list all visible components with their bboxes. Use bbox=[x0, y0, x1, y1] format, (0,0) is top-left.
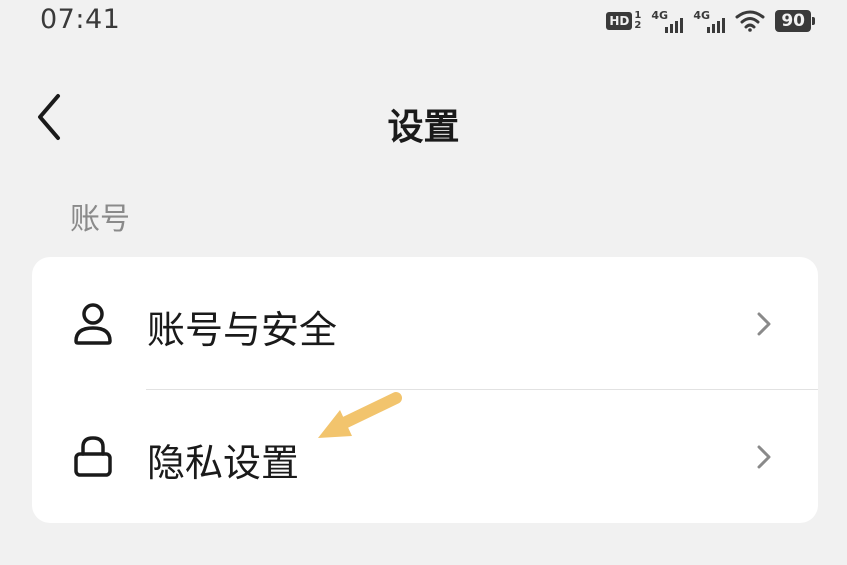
wifi-icon bbox=[735, 10, 765, 32]
signal-1-icon: 4G bbox=[651, 9, 684, 33]
section-label-account: 账号 bbox=[70, 202, 130, 237]
status-bar: 07:41 HD 1 2 4G 4G 90 bbox=[0, 0, 847, 44]
sim-indicator: 1 2 bbox=[634, 11, 641, 31]
sim-bottom-label: 2 bbox=[634, 20, 642, 31]
hd-voice-icon: HD 1 2 bbox=[606, 11, 641, 31]
settings-card: 账号与安全 隐私设置 bbox=[32, 257, 818, 523]
signal-1-label: 4G bbox=[651, 9, 669, 22]
page-title: 设置 bbox=[387, 107, 460, 148]
chevron-right-icon bbox=[757, 445, 771, 469]
lock-icon bbox=[74, 436, 112, 477]
battery-indicator: 90 bbox=[775, 10, 815, 32]
chevron-right-icon bbox=[757, 312, 771, 336]
signal-2-bars bbox=[707, 18, 726, 33]
hd-label: HD bbox=[606, 12, 633, 30]
user-icon bbox=[74, 303, 112, 345]
settings-screen: 07:41 HD 1 2 4G 4G 90 设置 账号 账号与安全 隐私设置 bbox=[0, 0, 847, 565]
annotation-arrow-icon bbox=[318, 392, 402, 438]
status-time: 07:41 bbox=[40, 4, 121, 35]
signal-1-bars bbox=[665, 18, 684, 33]
header: 设置 bbox=[0, 80, 847, 154]
settings-item-privacy[interactable]: 隐私设置 bbox=[32, 390, 818, 522]
signal-2-icon: 4G bbox=[693, 9, 726, 33]
status-icons: HD 1 2 4G 4G 90 bbox=[606, 8, 815, 34]
settings-item-label: 账号与安全 bbox=[147, 308, 338, 352]
settings-item-label: 隐私设置 bbox=[147, 441, 300, 485]
signal-2-label: 4G bbox=[693, 9, 711, 22]
settings-item-account-security[interactable]: 账号与安全 bbox=[32, 257, 818, 390]
